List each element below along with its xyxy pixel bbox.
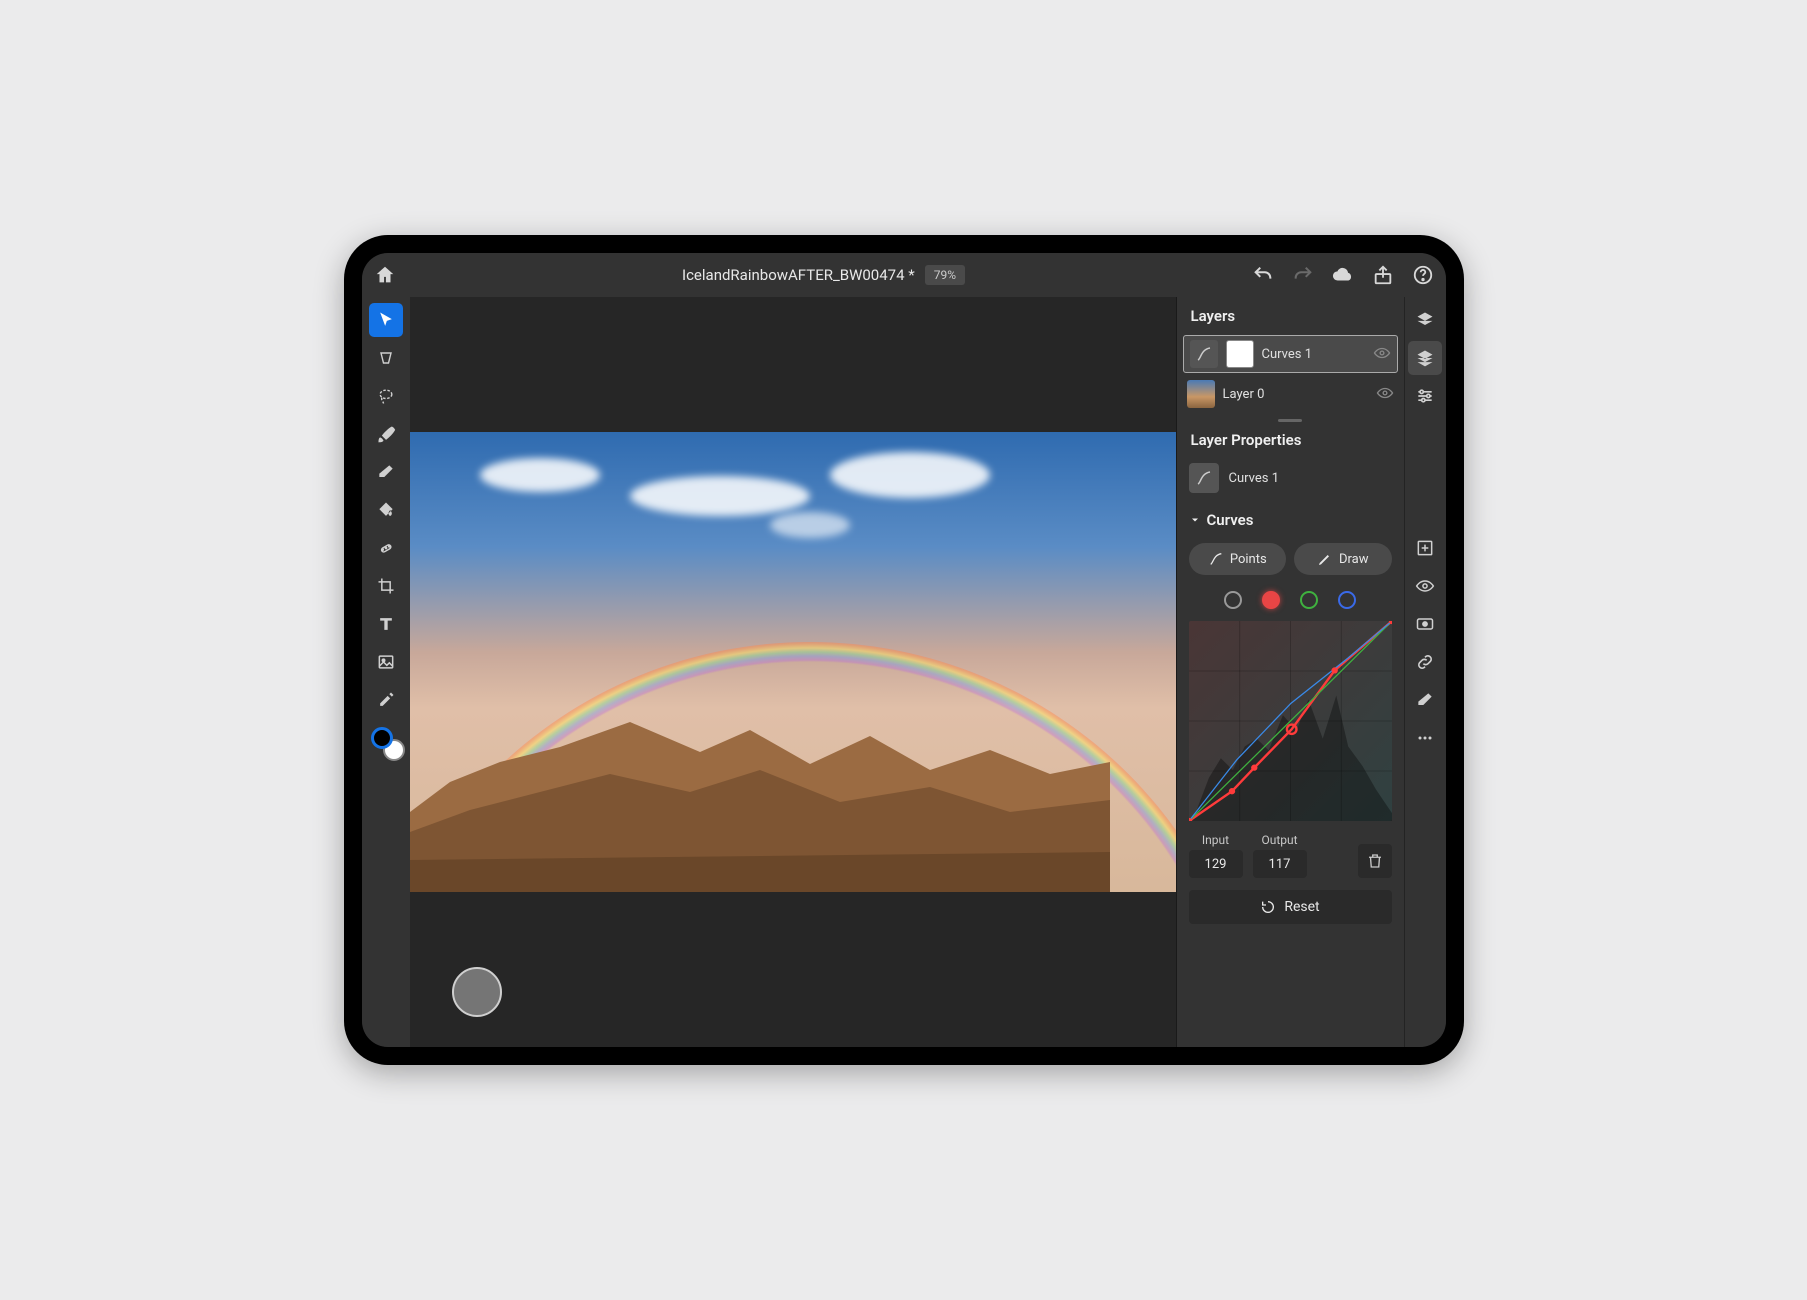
curves-adjustment-icon — [1189, 463, 1219, 493]
add-layer-button[interactable] — [1408, 531, 1442, 565]
redo-button[interactable] — [1292, 264, 1314, 286]
layer-properties-title: Layer Properties — [1177, 427, 1404, 457]
erase-button[interactable] — [1408, 683, 1442, 717]
curves-points-mode[interactable]: Points — [1189, 543, 1287, 575]
layer-row-image[interactable]: Layer 0 — [1177, 375, 1404, 413]
brush-tool[interactable] — [369, 417, 403, 451]
help-button[interactable] — [1412, 264, 1434, 286]
share-button[interactable] — [1372, 264, 1394, 286]
heal-tool[interactable] — [369, 531, 403, 565]
curves-output-value[interactable]: 117 — [1253, 850, 1307, 878]
mask-button[interactable] — [1408, 607, 1442, 641]
transform-tool[interactable] — [369, 341, 403, 375]
visibility-toggle[interactable] — [1376, 384, 1394, 405]
device-frame: IcelandRainbowAFTER_BW00474 * 79% — [344, 235, 1464, 1065]
curves-graph[interactable] — [1189, 621, 1392, 821]
curves-adjustment-icon — [1190, 340, 1218, 368]
delete-point-button[interactable] — [1358, 844, 1392, 878]
app-screen: IcelandRainbowAFTER_BW00474 * 79% — [362, 253, 1446, 1047]
move-tool[interactable] — [369, 303, 403, 337]
chevron-down-icon — [1189, 514, 1201, 526]
link-button[interactable] — [1408, 645, 1442, 679]
visibility-button[interactable] — [1408, 569, 1442, 603]
layer-mask-thumb[interactable] — [1226, 340, 1254, 368]
place-image-tool[interactable] — [369, 645, 403, 679]
curves-reset-button[interactable]: Reset — [1189, 890, 1392, 924]
channel-red[interactable] — [1262, 591, 1280, 609]
foreground-color-swatch[interactable] — [371, 727, 393, 749]
document-canvas[interactable] — [410, 432, 1176, 892]
crop-tool[interactable] — [369, 569, 403, 603]
curves-input-field[interactable]: Input 129 — [1189, 833, 1243, 878]
more-button[interactable] — [1408, 721, 1442, 755]
curves-section-label: Curves — [1207, 511, 1254, 529]
type-tool[interactable] — [369, 607, 403, 641]
layer-name: Curves 1 — [1262, 347, 1365, 362]
curves-output-field[interactable]: Output 117 — [1253, 833, 1307, 878]
panel-resize-grip[interactable] — [1177, 413, 1404, 427]
undo-button[interactable] — [1252, 264, 1274, 286]
layer-properties-row: Curves 1 — [1177, 457, 1404, 503]
property-layer-name: Curves 1 — [1229, 471, 1280, 486]
canvas-area[interactable] — [410, 297, 1176, 1047]
fill-tool[interactable] — [369, 493, 403, 527]
channel-green[interactable] — [1300, 591, 1318, 609]
color-swatches[interactable] — [371, 727, 401, 757]
layer-name: Layer 0 — [1223, 387, 1368, 402]
properties-tab[interactable] — [1408, 379, 1442, 413]
reset-icon — [1260, 899, 1276, 915]
channel-rgb[interactable] — [1224, 591, 1242, 609]
curves-input-value[interactable]: 129 — [1189, 850, 1243, 878]
layers-tab[interactable] — [1408, 303, 1442, 337]
touch-shortcut-button[interactable] — [452, 967, 502, 1017]
lasso-tool[interactable] — [369, 379, 403, 413]
cloud-button[interactable] — [1332, 264, 1354, 286]
channel-blue[interactable] — [1338, 591, 1356, 609]
right-taskbar — [1404, 297, 1446, 1047]
layer-row-curves[interactable]: Curves 1 — [1183, 335, 1398, 373]
visibility-toggle[interactable] — [1373, 344, 1391, 365]
layers-panel-title: Layers — [1177, 297, 1404, 333]
left-toolbar — [362, 297, 410, 1047]
home-button[interactable] — [374, 264, 396, 286]
zoom-badge[interactable]: 79% — [925, 265, 965, 285]
image-layer-thumb — [1187, 380, 1215, 408]
eyedropper-tool[interactable] — [369, 683, 403, 717]
channel-selector — [1177, 585, 1404, 619]
curves-draw-mode[interactable]: Draw — [1294, 543, 1392, 575]
eraser-tool[interactable] — [369, 455, 403, 489]
layer-detail-tab[interactable] — [1408, 341, 1442, 375]
document-title: IcelandRainbowAFTER_BW00474 * — [682, 266, 915, 284]
top-bar: IcelandRainbowAFTER_BW00474 * 79% — [362, 253, 1446, 297]
curves-section-toggle[interactable]: Curves — [1177, 503, 1404, 537]
pencil-icon — [1317, 551, 1333, 567]
right-panels: Layers Curves 1 Layer 0 — [1176, 297, 1404, 1047]
points-icon — [1208, 551, 1224, 567]
